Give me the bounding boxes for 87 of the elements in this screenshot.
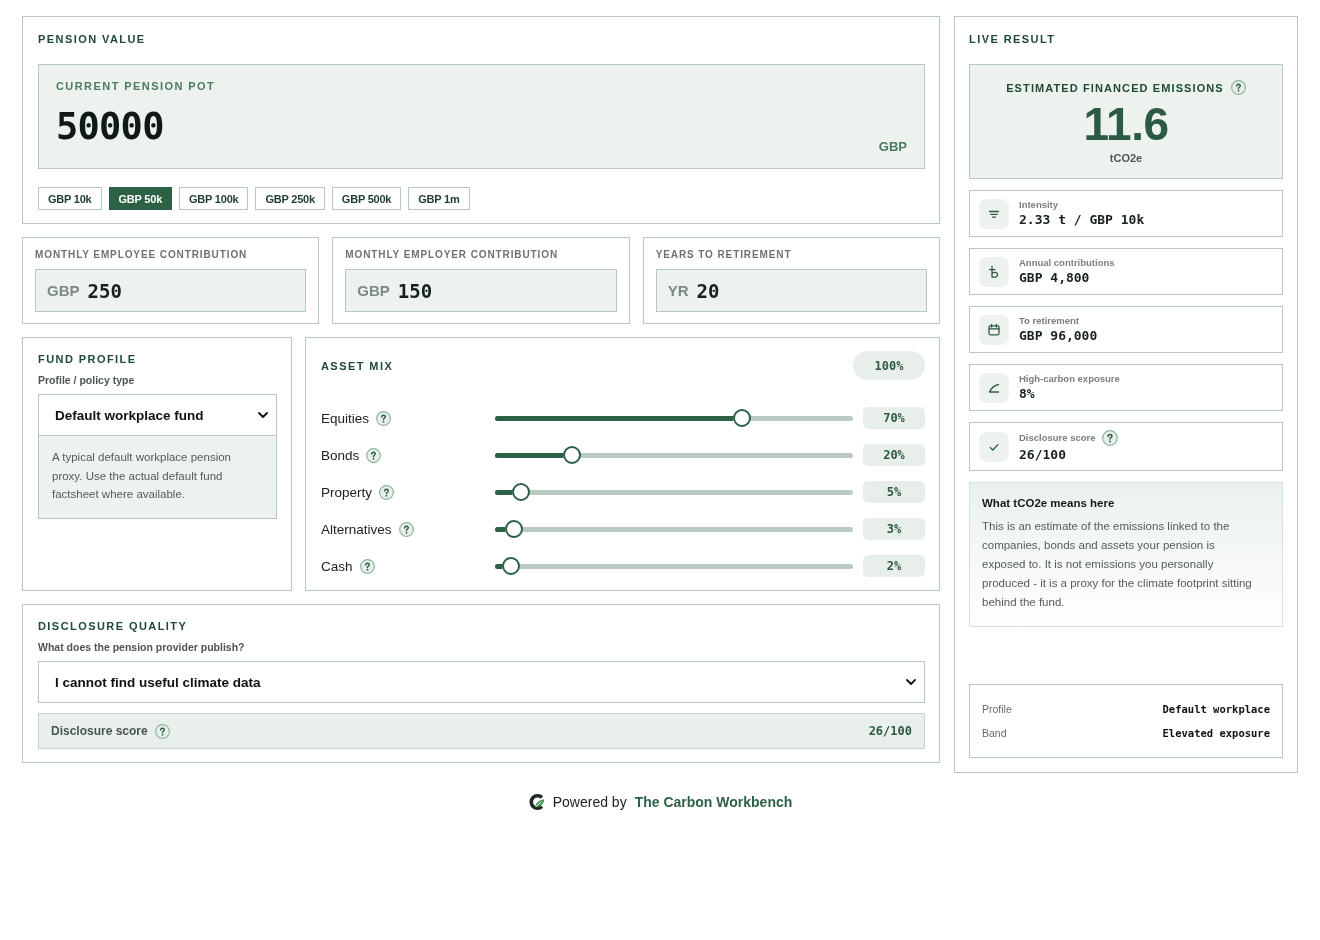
help-icon[interactable] xyxy=(359,558,375,574)
number-field[interactable]: YR 20 xyxy=(655,269,927,312)
profile-dropdown[interactable]: Default workplace fund xyxy=(38,394,277,436)
field-value: 150 xyxy=(397,279,433,302)
metric-value: 2.33 t / GBP 10k xyxy=(1019,211,1145,228)
metric-label: To retirement xyxy=(1019,315,1079,327)
metric-value: GBP 4,800 xyxy=(1019,269,1091,286)
asset-label: Alternatives xyxy=(321,521,392,537)
info-text: This is an estimate of the emissions linked to the companies, bonds and assets your pension is exposed to. It is not emissions you personally produced - it is a proxy for the climate footprint sitting behind the fund. xyxy=(982,519,1253,610)
workbench-link[interactable]: The Carbon Workbench xyxy=(634,794,793,810)
percent-reading: 70% xyxy=(863,407,925,429)
help-icon[interactable] xyxy=(379,484,395,500)
asset-label: Bonds xyxy=(321,447,360,463)
field-value: 20 xyxy=(696,279,720,302)
unit-label: GBP xyxy=(357,282,390,299)
slider-thumb[interactable] xyxy=(505,520,524,538)
allocation-total: 100% xyxy=(853,351,925,380)
preset-button[interactable]: GBP 100k xyxy=(179,187,249,210)
section-title: FUND PROFILE xyxy=(38,352,138,366)
metric-value: 26/100 xyxy=(1019,446,1067,463)
field-label: What does the pension provider publish? xyxy=(38,641,246,654)
field-label: MONTHLY EMPLOYER CONTRIBUTION xyxy=(345,249,560,261)
headline-label: ESTIMATED FINANCED EMISSIONS xyxy=(1006,80,1224,95)
metric-label: Intensity xyxy=(1019,199,1059,211)
score-label: Disclosure score xyxy=(51,724,148,738)
section-title: DISCLOSURE QUALITY xyxy=(38,619,189,633)
metric-label: Annual contributions xyxy=(1019,257,1115,269)
pot-value: 50000 xyxy=(56,105,164,149)
currency-label: GBP xyxy=(878,140,907,154)
field-label: Profile / policy type xyxy=(38,374,136,387)
unit-label: GBP xyxy=(47,282,80,299)
currency-icon xyxy=(979,256,1009,287)
check-icon xyxy=(979,431,1009,462)
asset-label: Property xyxy=(321,484,373,500)
preset-button[interactable]: GBP 50k xyxy=(108,187,173,210)
field-label: MONTHLY EMPLOYEE CONTRIBUTION xyxy=(35,249,249,261)
section-title: PENSION VALUE xyxy=(38,32,147,46)
percent-reading: 3% xyxy=(863,518,925,540)
section-title: ASSET MIX xyxy=(321,358,394,373)
chevron-down-icon xyxy=(906,679,916,685)
preset-button[interactable]: GBP 1m xyxy=(408,187,470,210)
summary-value: Default workplace xyxy=(1162,703,1270,715)
slider-thumb[interactable] xyxy=(501,557,520,575)
asset-label: Cash xyxy=(321,558,353,574)
emissions-value: 11.6 xyxy=(1083,100,1169,148)
calendar-icon xyxy=(979,314,1009,345)
percent-reading: 20% xyxy=(863,444,925,466)
slider-thumb[interactable] xyxy=(733,409,751,427)
preset-button[interactable]: GBP 10k xyxy=(38,187,102,210)
footer-text: Powered by xyxy=(552,794,627,810)
asset-label: Equities xyxy=(321,410,370,426)
slider-thumb[interactable] xyxy=(512,483,530,501)
pension-pot-field[interactable]: CURRENT PENSION POT 50000 GBP xyxy=(38,64,925,169)
percent-reading: 5% xyxy=(863,481,925,503)
curve-icon xyxy=(979,372,1009,403)
logo-icon xyxy=(527,793,546,811)
info-title: What tCO2e means here xyxy=(982,496,1116,511)
chevron-down-icon xyxy=(258,412,268,418)
metric-value: GBP 96,000 xyxy=(1019,327,1098,344)
metric-value: 8% xyxy=(1019,385,1036,402)
profile-description: A typical default workplace pension proxy. Use the actual default fund factsheet where available. xyxy=(38,436,277,519)
summary-label: Band xyxy=(982,727,1007,739)
preset-button[interactable]: GBP 500k xyxy=(331,187,402,210)
metric-label: Disclosure score xyxy=(1019,432,1096,444)
unit-label: tCO2e xyxy=(1109,152,1143,165)
disclosure-dropdown[interactable]: I cannot find useful climate data xyxy=(38,661,925,703)
help-icon[interactable] xyxy=(398,521,414,537)
metric-label: High-carbon exposure xyxy=(1019,373,1120,385)
summary-value: Elevated exposure xyxy=(1162,727,1270,739)
score-value: 26/100 xyxy=(868,724,912,738)
preset-button[interactable]: GBP 250k xyxy=(255,187,325,210)
number-field[interactable]: GBP 150 xyxy=(345,269,617,312)
percent-reading: 2% xyxy=(863,555,925,577)
help-icon[interactable] xyxy=(376,410,392,426)
unit-label: YR xyxy=(667,282,689,299)
help-icon[interactable] xyxy=(1101,430,1118,446)
field-label: CURRENT PENSION POT xyxy=(56,79,217,93)
section-title: LIVE RESULT xyxy=(969,32,1057,46)
field-value: 250 xyxy=(87,279,122,302)
summary-label: Profile xyxy=(982,703,1012,715)
field-label: YEARS TO RETIREMENT xyxy=(655,249,793,261)
filter-lines-icon xyxy=(979,198,1009,229)
help-icon[interactable] xyxy=(1230,80,1246,95)
slider-thumb[interactable] xyxy=(563,446,581,464)
number-field[interactable]: GBP 250 xyxy=(35,269,307,312)
help-icon[interactable] xyxy=(154,723,170,739)
help-icon[interactable] xyxy=(366,447,382,463)
